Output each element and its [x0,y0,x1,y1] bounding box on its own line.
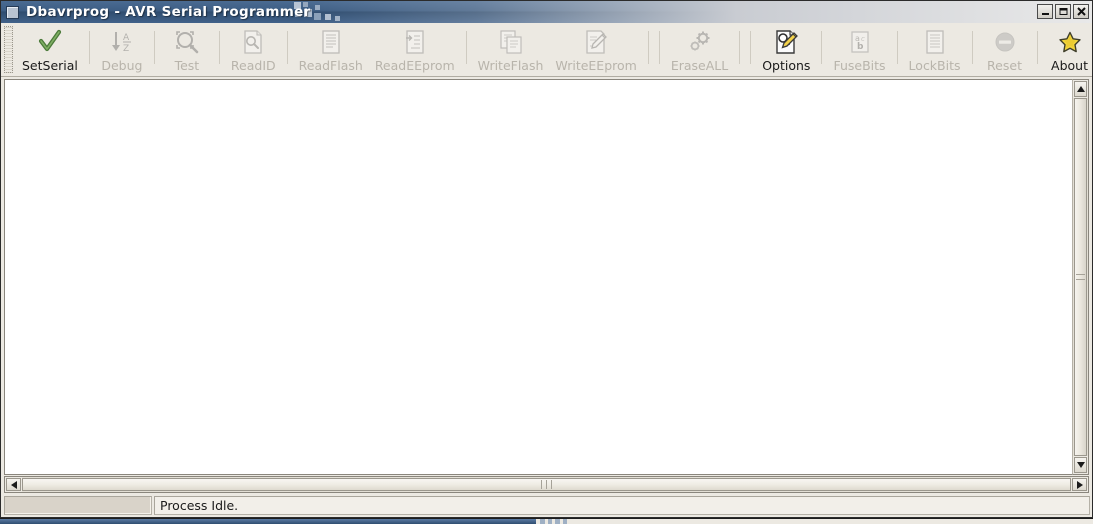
star-icon [1057,28,1083,56]
gears-icon [687,28,713,56]
toolbar-label-writeeeprom: WriteEEprom [555,58,637,73]
toolbar-separator [821,31,823,64]
canvas-row [4,79,1089,475]
status-progress-panel [4,496,152,515]
toolbar-label-about: About [1051,58,1088,73]
horizontal-scroll-track[interactable] [22,477,1071,492]
triangle-down-icon [1076,462,1085,468]
scroll-right-button[interactable] [1072,478,1087,491]
toolbar-separator [750,31,752,64]
scroll-down-button[interactable] [1074,457,1087,473]
close-button[interactable] [1073,4,1089,19]
window-app-icon[interactable] [6,5,19,19]
toolbar-button-eraseall[interactable]: EraseALL [665,23,734,76]
toolbar-separator [971,31,973,64]
background-window-strip [0,518,1093,524]
status-bar: Process Idle. [1,495,1092,517]
toolbar-label-test: Test [174,58,200,73]
application-window: Dbavrprog - AVR Serial Programmer SetSer… [0,0,1093,518]
toolbar-separator [896,31,898,64]
toolbar-label-lockbits: LockBits [908,58,961,73]
toolbar-label-readflash: ReadFlash [298,58,363,73]
toolbar-button-writeeeprom[interactable]: WriteEEprom [549,23,642,76]
magnifier-scan-icon [174,28,200,56]
toolbar-label-reset: Reset [987,58,1022,73]
toolbar-separator [1036,31,1038,64]
toolbar-button-reset[interactable]: Reset [978,23,1032,76]
scroll-grip-icon [1076,272,1085,282]
document-import-icon [402,28,428,56]
vertical-scroll-thumb[interactable] [1074,98,1087,456]
toolbar-button-setserial[interactable]: SetSerial [16,23,84,76]
triangle-up-icon [1076,86,1085,92]
horizontal-scroll-thumb[interactable] [22,478,1071,491]
toolbar-drag-handle[interactable] [4,26,13,73]
toolbar-button-test[interactable]: Test [160,23,214,76]
toolbar-button-debug[interactable]: A Z Debug [95,23,149,76]
status-message: Process Idle. [154,496,1090,515]
toolbar-separator [465,31,467,64]
toolbar-button-readid[interactable]: ReadID [225,23,282,76]
toolbar-separator [153,31,155,64]
horizontal-scrollbar-row [4,476,1089,493]
toolbar-button-about[interactable]: About [1043,23,1093,76]
toolbar-button-readflash[interactable]: ReadFlash [293,23,369,76]
scroll-grip-icon [539,480,554,489]
main-toolbar: SetSerial A Z Debug Test ReadID ReadFlas… [1,23,1092,77]
document-lines-icon [922,28,948,56]
toolbar-button-options[interactable]: Options [756,23,816,76]
toolbar-label-setserial: SetSerial [22,58,78,73]
toolbar-button-writeflash[interactable]: WriteFlash [472,23,550,76]
toolbar-label-readid: ReadID [230,58,276,73]
toolbar-label-debug: Debug [101,58,143,73]
client-area [1,77,1092,495]
horizontal-scrollbar[interactable] [4,476,1089,493]
toolbar-label-options: Options [762,58,811,73]
toolbar-separator [647,31,649,64]
toolbar-separator [218,31,220,64]
toolbar-separator [739,31,741,64]
vertical-scrollbar[interactable] [1072,79,1089,475]
toolbar-label-writeflash: WriteFlash [477,58,544,73]
sort-az-icon: A Z [109,28,135,56]
toolbar-label-readeeprom: ReadEEprom [374,58,455,73]
document-lines-icon [318,28,344,56]
triangle-right-icon [1076,480,1083,489]
main-canvas[interactable] [4,79,1072,475]
toolbar-label-fusebits: FuseBits [833,58,886,73]
maximize-icon [1059,8,1067,15]
toolbar-separator [88,31,90,64]
scroll-up-button[interactable] [1074,81,1087,97]
maximize-button[interactable] [1055,4,1071,19]
toolbar-button-fusebits[interactable]: a c b FuseBits [827,23,891,76]
scroll-left-button[interactable] [6,478,21,491]
window-title: Dbavrprog - AVR Serial Programmer [26,4,311,20]
no-entry-icon [992,28,1018,56]
triangle-left-icon [10,480,17,489]
svg-text:b: b [857,42,864,52]
title-bar[interactable]: Dbavrprog - AVR Serial Programmer [1,1,1092,23]
minimize-icon [1041,13,1049,15]
document-edit-icon [583,28,609,56]
background-window-titlebar [0,519,536,524]
minimize-button[interactable] [1037,4,1053,19]
documents-copy-icon [498,28,524,56]
toolbar-separator [658,31,660,64]
window-controls [1037,4,1089,19]
document-options-icon [773,28,799,56]
toolbar-label-eraseall: EraseALL [670,58,729,73]
svg-text:Z: Z [123,44,129,54]
toolbar-button-readeeprom[interactable]: ReadEEprom [369,23,461,76]
document-search-icon [240,28,266,56]
vertical-scroll-track[interactable] [1073,98,1088,456]
check-icon [37,28,63,56]
close-icon [1076,7,1086,16]
toolbar-button-lockbits[interactable]: LockBits [903,23,967,76]
abc-box-icon: a c b [847,28,873,56]
toolbar-separator [286,31,288,64]
